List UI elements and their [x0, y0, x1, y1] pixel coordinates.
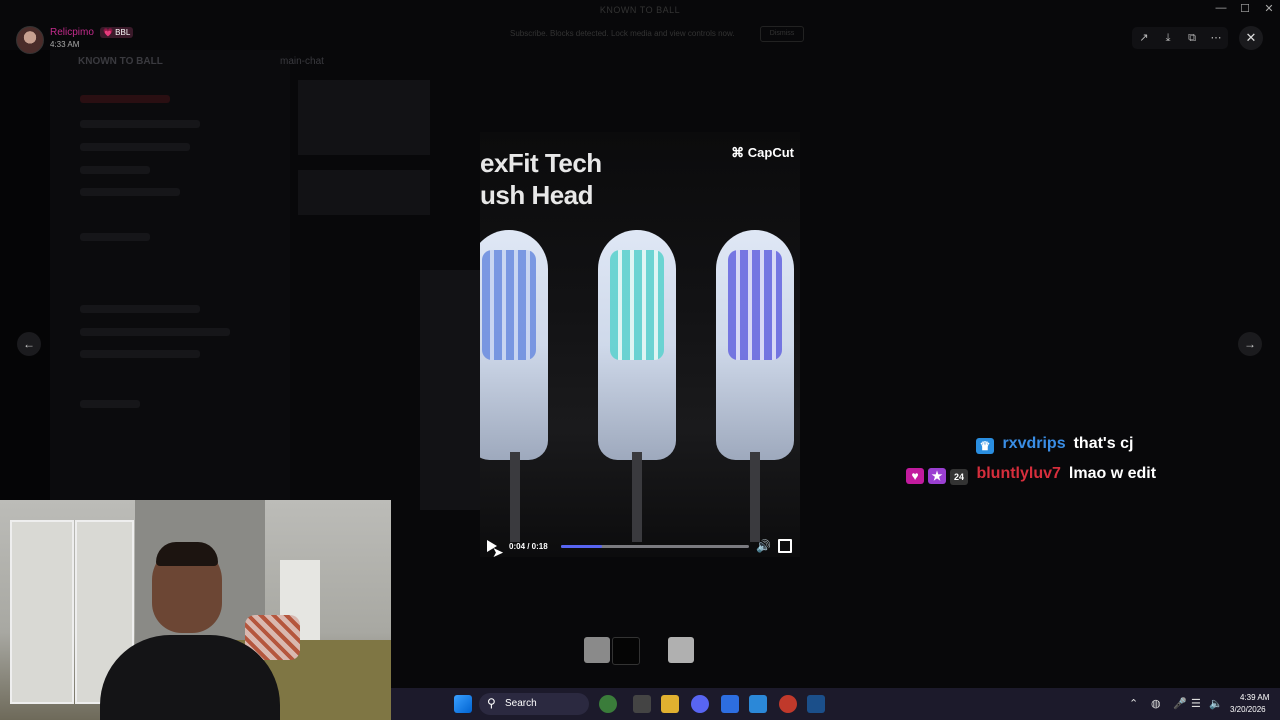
seek-bar[interactable] — [561, 545, 749, 548]
weather-widget-icon[interactable] — [599, 695, 617, 713]
toothbrush-head — [480, 230, 548, 460]
video-controls: 0:04 / 0:18 🔊 — [480, 537, 800, 557]
media-thumbnail[interactable] — [584, 637, 610, 663]
avatar[interactable] — [16, 26, 44, 54]
message-embed — [298, 170, 430, 215]
upload-time: 4:33 AM — [50, 40, 80, 49]
maximize-button[interactable]: ☐ — [1234, 2, 1256, 18]
taskbar-search[interactable]: ⚲ Search — [479, 693, 589, 715]
channel-line — [80, 166, 150, 174]
window-close-button[interactable]: ✕ — [1258, 2, 1280, 18]
bristles — [482, 250, 536, 360]
minimize-button[interactable]: — — [1210, 2, 1232, 18]
tray-overflow-icon[interactable]: ⌃ — [1129, 697, 1138, 710]
microphone-icon[interactable]: 🎤 — [1173, 697, 1187, 710]
forward-icon[interactable]: ↗ — [1132, 27, 1156, 49]
next-media-button[interactable]: → — [1238, 332, 1262, 356]
media-thumbnail-active[interactable] — [612, 637, 640, 665]
notice-text: Subscribe. Blocks detected. Lock media a… — [510, 29, 735, 38]
toothbrush-neck — [510, 452, 520, 542]
window-titlebar: KNOWN TO BALL — ☐ ✕ — [0, 0, 1280, 22]
timecode: 0:04 / 0:18 — [509, 542, 548, 551]
uploader-badge: 💗 BBL — [100, 27, 134, 38]
volume-icon[interactable]: 🔊 — [756, 539, 771, 553]
chat-text: lmao w edit — [1068, 465, 1157, 482]
windows-start-icon[interactable] — [454, 695, 472, 713]
door — [10, 520, 74, 704]
previous-media-button[interactable]: ← — [17, 332, 41, 356]
discord-icon[interactable] — [691, 695, 709, 713]
app-icon[interactable] — [721, 695, 739, 713]
wifi-icon[interactable]: ☰ — [1191, 697, 1201, 710]
file-explorer-icon[interactable] — [661, 695, 679, 713]
search-icon: ⚲ — [487, 696, 496, 710]
bristles — [728, 250, 782, 360]
person-hair — [156, 542, 218, 566]
seek-progress — [561, 545, 603, 548]
clock-date[interactable]: 3/20/2026 — [1230, 705, 1266, 714]
channel-sidebar — [50, 50, 290, 500]
star-badge-icon: ★ — [928, 468, 946, 484]
channel-pill — [80, 95, 170, 103]
channel-line — [80, 350, 200, 358]
search-label: Search — [505, 698, 537, 709]
capcut-watermark: ⌘ CapCut — [731, 145, 794, 160]
channel-line — [80, 328, 230, 336]
channel-line — [80, 400, 140, 408]
tray-app-icon[interactable]: ◍ — [1151, 697, 1161, 710]
server-sidebar — [0, 50, 50, 500]
message-embed — [420, 270, 480, 510]
toothbrush-head — [716, 230, 794, 460]
watermark-label: CapCut — [747, 145, 794, 160]
task-view-icon[interactable] — [633, 695, 651, 713]
media-actions-toolbar: ↗ ⤓ ⧉ ⋯ — [1132, 27, 1228, 49]
open-in-browser-icon[interactable]: ⧉ — [1180, 27, 1204, 49]
channel-line — [80, 233, 150, 241]
more-options-icon[interactable]: ⋯ — [1204, 27, 1228, 49]
notice-button[interactable]: Dismiss — [760, 26, 804, 42]
message-embed — [298, 80, 430, 155]
fullscreen-icon[interactable] — [778, 539, 792, 553]
taskbar: ⚲ Search ⌃ ◍ 🎤 ☰ 🔈 4:39 AM 3/20/2026 — [391, 688, 1280, 720]
video-headline-line2: ush Head — [480, 180, 594, 210]
toothbrush-head — [598, 230, 676, 460]
channel-line — [80, 188, 180, 196]
channel-line — [80, 120, 200, 128]
chat-username: rxvdrips — [1002, 435, 1066, 452]
24-badge-icon: 24 — [950, 469, 968, 485]
channel-line — [80, 143, 190, 151]
clock-time[interactable]: 4:39 AM — [1240, 693, 1269, 702]
channel-header: main-chat — [280, 56, 324, 67]
toothbrush-neck — [750, 452, 760, 542]
window-title: KNOWN TO BALL — [599, 5, 681, 15]
video-player[interactable]: exFit Tech ush Head ⌘ CapCut — [480, 132, 800, 557]
webcam-overlay — [0, 500, 391, 720]
chat-text: that's cj — [1073, 435, 1134, 452]
heart-badge-icon: ♥ — [906, 468, 924, 484]
close-viewer-button[interactable]: ✕ — [1239, 26, 1263, 50]
video-headline: exFit Tech ush Head — [480, 147, 602, 211]
steam-icon[interactable] — [807, 695, 825, 713]
uploader-name[interactable]: Relicpimo — [50, 27, 94, 38]
app-icon[interactable] — [779, 695, 797, 713]
chat-message: ♥ ★ 24 bluntlyluv7 lmao w edit — [906, 465, 1156, 485]
video-headline-line1: exFit Tech — [480, 148, 602, 178]
mouse-cursor-icon: ➤ — [492, 544, 504, 560]
store-icon[interactable] — [749, 695, 767, 713]
download-icon[interactable]: ⤓ — [1156, 27, 1180, 49]
crown-badge-icon: ♛ — [976, 438, 994, 454]
toothbrush-neck — [632, 452, 642, 542]
media-thumbnail[interactable] — [668, 637, 694, 663]
server-name: KNOWN TO BALL — [78, 56, 163, 67]
channel-line — [80, 305, 200, 313]
chat-username: bluntlyluv7 — [976, 465, 1061, 482]
chat-message: ♛ rxvdrips that's cj — [976, 435, 1133, 454]
bristles — [610, 250, 664, 360]
speaker-icon[interactable]: 🔈 — [1209, 697, 1223, 710]
